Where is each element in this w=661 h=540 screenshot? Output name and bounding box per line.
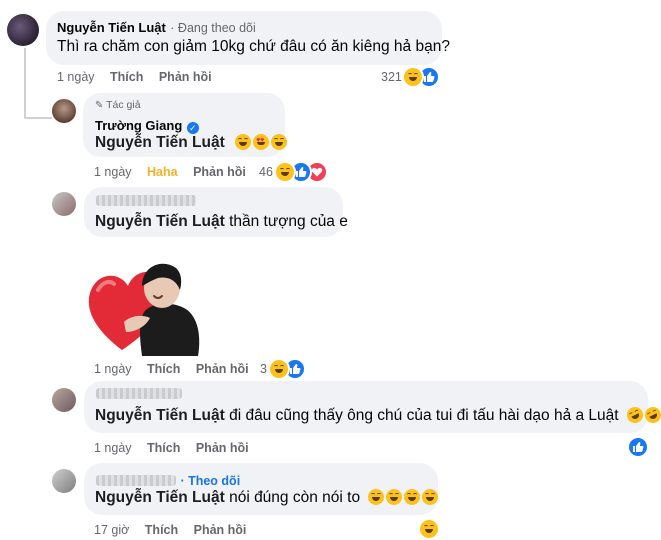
blurred-author-name — [96, 475, 176, 486]
verified-badge-icon: ✓ — [186, 122, 199, 134]
like-button[interactable]: Thích — [147, 362, 180, 376]
rofl-emoji-icon — [642, 404, 661, 426]
reply-button[interactable]: Phản hồi — [194, 523, 247, 537]
comment-actions: 1 ngày Thích Phản hồi — [57, 70, 212, 84]
reply-button[interactable]: Phản hồi — [193, 165, 246, 179]
haha-reaction-icon — [268, 358, 290, 380]
grinning-emoji-icon — [368, 489, 385, 505]
haha-reaction-icon — [274, 161, 296, 183]
avatar[interactable] — [52, 388, 76, 412]
comment-author[interactable]: Trường Giang — [95, 118, 182, 133]
mention-link[interactable]: Nguyễn Tiến Luật — [95, 489, 225, 506]
comment-time[interactable]: 1 ngày — [94, 165, 132, 179]
comment-actions: 1 ngày Thích Phản hồi — [94, 441, 249, 455]
like-button[interactable]: Thích — [147, 441, 180, 455]
grinning-emoji-icon — [235, 134, 252, 150]
haha-button[interactable]: Haha — [147, 165, 178, 179]
comment-text: Thì ra chăm con giảm 10kg chứ đâu có ăn … — [57, 38, 450, 55]
thread-line — [24, 48, 26, 118]
blurred-author-name — [96, 388, 182, 399]
avatar[interactable] — [52, 99, 76, 123]
comment-author[interactable]: Nguyễn Tiến Luật — [57, 20, 166, 35]
grinning-emoji-icon — [422, 489, 439, 505]
mention-link[interactable]: Nguyễn Tiến Luật — [95, 407, 225, 424]
mention-link[interactable]: Nguyễn Tiến Luật — [95, 213, 225, 230]
mention-link[interactable]: Nguyễn Tiến Luật — [95, 134, 225, 151]
reaction-count[interactable]: 3 — [260, 362, 267, 376]
heart-hug-sticker — [84, 252, 206, 357]
haha-reaction-icon — [418, 518, 440, 540]
reaction-count[interactable]: 321 — [381, 70, 402, 84]
comment-header: Trường Giang ✓ — [95, 117, 199, 135]
avatar[interactable] — [52, 192, 76, 216]
reply-button[interactable]: Phản hồi — [159, 70, 212, 84]
author-badge: ✎ Tác giả — [95, 99, 141, 111]
like-button[interactable]: Thích — [110, 70, 143, 84]
comment-header: · Theo dõi — [96, 472, 240, 490]
reply-button[interactable]: Phản hồi — [196, 441, 249, 455]
reply-button[interactable]: Phản hồi — [196, 362, 249, 376]
comment-time[interactable]: 1 ngày — [94, 441, 132, 455]
grinning-emoji-icon — [404, 489, 421, 505]
rofl-emoji-icon — [624, 404, 646, 426]
comment-text: Nguyễn Tiến Luật ♥ ♥ — [95, 134, 288, 152]
thread-line — [24, 117, 52, 119]
comment-actions: 17 giờ Thích Phản hồi — [94, 523, 246, 537]
like-reaction-icon — [627, 436, 649, 458]
comment-time[interactable]: 17 giờ — [94, 523, 129, 537]
follow-status[interactable]: · Đang theo dõi — [170, 21, 255, 35]
comment-time[interactable]: 1 ngày — [57, 70, 95, 84]
comment-header: Nguyễn Tiến Luật · Đang theo dõi — [57, 19, 256, 37]
grinning-emoji-icon — [271, 134, 288, 150]
reaction-count[interactable]: 46 — [259, 165, 273, 179]
haha-reaction-icon — [402, 66, 424, 88]
blurred-author-name — [96, 195, 196, 206]
comment-actions: 1 ngày Haha Phản hồi — [94, 165, 246, 179]
heart-eyes-emoji-icon: ♥ ♥ — [253, 134, 270, 150]
comment-text: Nguyễn Tiến Luật thần tượng của e — [95, 213, 348, 230]
comment-time[interactable]: 1 ngày — [94, 362, 132, 376]
comment-text: Nguyễn Tiến Luật nói đúng còn nói to — [95, 489, 439, 507]
pencil-icon: ✎ — [95, 100, 104, 111]
follow-button[interactable]: · Theo dõi — [180, 474, 240, 488]
avatar[interactable] — [7, 14, 39, 46]
like-button[interactable]: Thích — [145, 523, 178, 537]
avatar[interactable] — [52, 469, 76, 493]
comment-actions: 1 ngày Thích Phản hồi — [94, 362, 249, 376]
grinning-emoji-icon — [386, 489, 403, 505]
comment-text: Nguyễn Tiến Luật đi đâu cũng thấy ông ch… — [95, 404, 661, 426]
